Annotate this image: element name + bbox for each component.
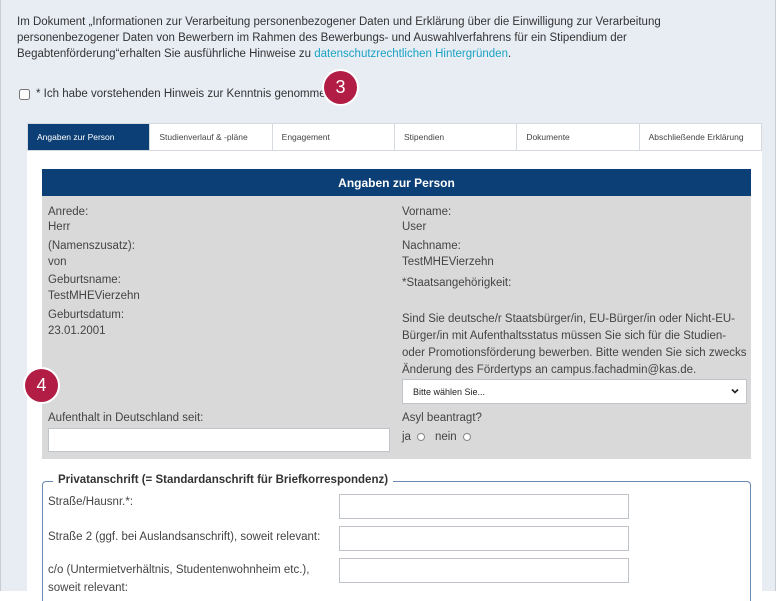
geburtsname-label: Geburtsname:	[48, 274, 121, 286]
geburtsdatum-label: Geburtsdatum:	[48, 309, 125, 321]
privatanschrift-legend: Privatanschrift (= Standardanschrift für…	[53, 474, 394, 486]
asyl-ja-radio[interactable]	[416, 433, 425, 441]
staatsangehoerigkeit-hint: Sind Sie deutsche/r Staatsbürger/in, EU-…	[402, 313, 747, 376]
asyl-radio-group: ja nein	[402, 431, 481, 443]
person-data-box: Anrede: Herr (Namenszusatz): von Geburts…	[42, 196, 751, 459]
nachname-value: TestMHEVierzehn	[402, 256, 494, 268]
staatsangehoerigkeit-select[interactable]: Bitte wählen Sie...	[402, 379, 747, 404]
chevron-down-icon	[731, 388, 739, 394]
tab-bar: Angaben zur Person Studienverlauf & -plä…	[27, 123, 762, 151]
co-label: c/o (Untermietverhältnis, Studentenwohnh…	[48, 564, 310, 594]
namenszusatz-value: von	[48, 256, 67, 268]
aufenthalt-label: Aufenthalt in Deutschland seit:	[48, 412, 204, 424]
privacy-intro: Im Dokument „Informationen zur Verarbeit…	[17, 14, 752, 62]
select-value: Bitte wählen Sie...	[413, 386, 486, 397]
tab-angaben-zur-person[interactable]: Angaben zur Person	[28, 124, 151, 150]
anrede-value: Herr	[48, 221, 71, 233]
step-badge-4: 4	[25, 369, 58, 402]
tab-dokumente[interactable]: Dokumente	[517, 124, 640, 150]
asyl-nein-label: nein	[434, 431, 457, 443]
section-title: Angaben zur Person	[42, 169, 751, 196]
step-badge-3: 3	[324, 71, 357, 104]
consent-label: * Ich habe vorstehenden Hinweis zur Kenn…	[36, 88, 332, 100]
consent-row[interactable]: * Ich habe vorstehenden Hinweis zur Kenn…	[19, 88, 332, 100]
tab-engagement[interactable]: Engagement	[272, 124, 395, 150]
vorname-value: User	[402, 221, 427, 233]
staatsangehoerigkeit-label: *Staatsangehörigkeit:	[402, 277, 512, 289]
tab-abschliessende-erklaerung[interactable]: Abschließende Erklärung	[639, 124, 761, 150]
street2-input[interactable]	[339, 526, 629, 551]
asyl-nein-radio[interactable]	[462, 433, 471, 441]
nachname-label: Nachname:	[402, 240, 461, 252]
geburtsdatum-value: 23.01.2001	[48, 325, 106, 337]
co-input[interactable]	[339, 558, 629, 583]
street2-label: Straße 2 (ggf. bei Auslandsanschrift), s…	[48, 531, 321, 543]
anrede-label: Anrede:	[48, 206, 89, 218]
tab-stipendien[interactable]: Stipendien	[394, 124, 518, 150]
street-input[interactable]	[339, 494, 629, 519]
vorname-label: Vorname:	[402, 206, 452, 218]
tab-studienverlauf[interactable]: Studienverlauf & -pläne	[150, 124, 273, 150]
street-label: Straße/Hausnr.*:	[48, 496, 134, 508]
intro-text-end: .	[507, 48, 512, 60]
namenszusatz-label: (Namenszusatz):	[48, 240, 135, 252]
asyl-ja-label: ja	[402, 431, 411, 443]
privacy-link[interactable]: datenschutzrechtlichen Hintergründen	[314, 48, 508, 60]
page-frame: Im Dokument „Informationen zur Verarbeit…	[0, 0, 776, 601]
privatanschrift-fieldset: Privatanschrift (= Standardanschrift für…	[42, 474, 751, 601]
form-panel: Angaben zur Person Anrede: Herr (Namensz…	[27, 151, 762, 601]
consent-checkbox[interactable]	[19, 88, 30, 100]
geburtsname-value: TestMHEVierzehn	[48, 290, 140, 302]
asyl-label: Asyl beantragt?	[402, 412, 482, 424]
aufenthalt-input[interactable]	[48, 428, 390, 452]
